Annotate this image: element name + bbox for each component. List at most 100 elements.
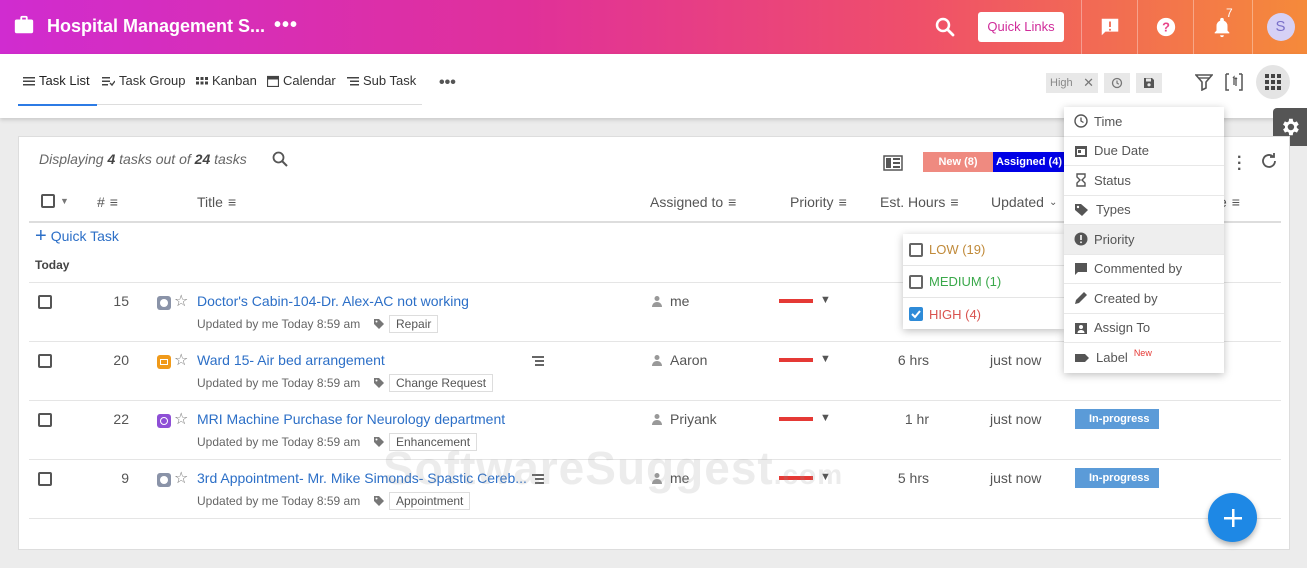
refresh-icon[interactable] bbox=[1259, 151, 1279, 171]
notifications-button[interactable]: 7 bbox=[1193, 0, 1249, 54]
sort-lines-icon: ≡ bbox=[838, 194, 847, 210]
filter-option-created-by[interactable]: Created by bbox=[1064, 284, 1224, 314]
active-tab-indicator bbox=[18, 104, 97, 106]
priority-indicator[interactable] bbox=[779, 358, 813, 362]
option-checkbox[interactable] bbox=[909, 274, 923, 289]
sort-button[interactable] bbox=[1222, 70, 1246, 94]
star-icon[interactable]: ☆ bbox=[174, 291, 188, 311]
priority-indicator[interactable] bbox=[779, 417, 813, 421]
task-tag[interactable]: Repair bbox=[389, 315, 439, 333]
app-title[interactable]: Hospital Management S... bbox=[47, 16, 265, 37]
filter-option-status[interactable]: Status bbox=[1064, 166, 1224, 196]
option-label: HIGH (4) bbox=[929, 306, 981, 322]
select-all-checkbox[interactable] bbox=[41, 194, 55, 208]
active-filter-chip[interactable]: High ✕ bbox=[1046, 73, 1098, 93]
star-icon[interactable]: ☆ bbox=[174, 468, 188, 488]
filter-option-assign-to[interactable]: Assign To bbox=[1064, 314, 1224, 343]
profile-button[interactable]: S bbox=[1252, 0, 1307, 54]
task-title[interactable]: Ward 15- Air bed arrangement bbox=[197, 352, 385, 368]
task-type-icon bbox=[157, 355, 171, 369]
sort-lines-icon: ≡ bbox=[109, 194, 118, 210]
priority-option-high[interactable]: HIGH (4) bbox=[903, 298, 1064, 330]
hourglass-icon bbox=[1076, 173, 1086, 187]
add-task-button[interactable] bbox=[1208, 493, 1257, 542]
tag-icon bbox=[374, 496, 384, 506]
column-header-assigned[interactable]: Assigned to ≡ bbox=[650, 194, 736, 210]
estimated-hours: 1 hr bbox=[904, 411, 929, 427]
gear-icon bbox=[1283, 118, 1299, 136]
priority-indicator[interactable] bbox=[779, 299, 813, 303]
filter-option-label-text: Label bbox=[1096, 350, 1128, 366]
option-checkbox[interactable] bbox=[909, 307, 923, 321]
task-tag[interactable]: Change Request bbox=[389, 374, 494, 392]
tab-kanban[interactable]: Kanban bbox=[196, 73, 257, 88]
filter-option-priority[interactable]: Priority bbox=[1064, 225, 1224, 255]
alert-icon bbox=[1074, 232, 1088, 246]
sort-lines-icon: ≡ bbox=[728, 194, 737, 210]
header-more-button[interactable]: ••• bbox=[274, 14, 298, 37]
status-badge[interactable]: In-progress bbox=[1075, 468, 1159, 488]
select-all-header[interactable]: ▼ bbox=[41, 194, 69, 208]
filter-option-types[interactable]: Types bbox=[1064, 196, 1224, 225]
row-checkbox[interactable] bbox=[38, 413, 52, 427]
column-header-hours[interactable]: Est. Hours ≡ bbox=[880, 194, 959, 210]
filter-option-commented-by[interactable]: Commented by bbox=[1064, 255, 1224, 284]
legend-assigned[interactable]: Assigned (4) bbox=[993, 152, 1065, 172]
feedback-button[interactable] bbox=[1081, 0, 1137, 54]
option-label: LOW (19) bbox=[929, 242, 986, 257]
filter-option-time[interactable]: Time bbox=[1064, 107, 1224, 137]
row-checkbox[interactable] bbox=[38, 354, 52, 368]
chevron-down-icon[interactable]: ▼ bbox=[60, 196, 69, 206]
more-vertical-icon[interactable]: · · · bbox=[1237, 150, 1242, 178]
priority-option-medium[interactable]: MEDIUM (1) bbox=[903, 266, 1064, 298]
filter-button[interactable] bbox=[1192, 70, 1216, 94]
task-title[interactable]: MRI Machine Purchase for Neurology depar… bbox=[197, 411, 505, 427]
briefcase-icon[interactable] bbox=[13, 14, 35, 36]
chevron-down-icon[interactable]: ▼ bbox=[820, 412, 831, 424]
filter-option-due-date[interactable]: Due Date bbox=[1064, 137, 1224, 166]
tab-task-group[interactable]: Task Group bbox=[102, 73, 185, 88]
chevron-down-icon[interactable]: ▼ bbox=[820, 353, 831, 365]
task-title[interactable]: Doctor's Cabin-104-Dr. Alex-AC not worki… bbox=[197, 293, 469, 309]
list-icon bbox=[23, 76, 35, 85]
column-label: Priority bbox=[790, 194, 834, 210]
column-header-updated[interactable]: Updated ⌄ bbox=[991, 194, 1057, 210]
quick-links-button[interactable]: Quick Links bbox=[978, 12, 1064, 42]
status-badge[interactable]: In-progress bbox=[1075, 409, 1159, 429]
search-icon[interactable] bbox=[271, 150, 289, 168]
task-type-icon bbox=[157, 414, 171, 428]
quick-task-button[interactable]: + Quick Task bbox=[35, 226, 119, 246]
filter-option-label[interactable]: Label New bbox=[1064, 343, 1224, 373]
summary-text: Displaying bbox=[39, 151, 108, 167]
tab-label: Task Group bbox=[119, 73, 186, 88]
column-header-number[interactable]: # ≡ bbox=[97, 194, 118, 210]
tab-sub-task[interactable]: Sub Task bbox=[347, 73, 416, 88]
comment-icon bbox=[1075, 262, 1087, 275]
column-view-icon[interactable] bbox=[883, 155, 903, 171]
search-icon[interactable] bbox=[933, 15, 957, 39]
option-checkbox[interactable] bbox=[909, 242, 923, 257]
save-filter-button[interactable] bbox=[1136, 73, 1162, 93]
task-number: 20 bbox=[113, 352, 129, 368]
tab-calendar[interactable]: Calendar bbox=[267, 73, 336, 88]
row-checkbox[interactable] bbox=[38, 295, 52, 309]
help-button[interactable]: ? bbox=[1137, 0, 1193, 54]
priority-option-low[interactable]: LOW (19) bbox=[903, 234, 1064, 266]
updated-time: just now bbox=[990, 411, 1042, 427]
star-icon[interactable]: ☆ bbox=[174, 409, 188, 429]
filter-dropdown-menu: Time Due Date Status Types Priority Comm… bbox=[1064, 107, 1224, 373]
user-icon bbox=[652, 296, 662, 307]
row-checkbox[interactable] bbox=[38, 472, 52, 486]
apps-grid-icon bbox=[1265, 74, 1281, 90]
star-icon[interactable]: ☆ bbox=[174, 350, 188, 370]
tab-task-list[interactable]: Task List bbox=[23, 73, 90, 88]
close-icon[interactable]: ✕ bbox=[1083, 73, 1094, 93]
legend-new[interactable]: New (8) bbox=[923, 152, 993, 172]
tabs-more-button[interactable]: ••• bbox=[439, 74, 456, 92]
reset-filter-button[interactable] bbox=[1104, 73, 1130, 93]
apps-grid-button[interactable] bbox=[1256, 65, 1290, 99]
chevron-down-icon[interactable]: ▼ bbox=[820, 294, 831, 306]
priority-filter-submenu: LOW (19) MEDIUM (1) HIGH (4) bbox=[903, 234, 1064, 329]
column-header-priority[interactable]: Priority ≡ bbox=[790, 194, 847, 210]
column-header-title[interactable]: Title ≡ bbox=[197, 194, 236, 210]
